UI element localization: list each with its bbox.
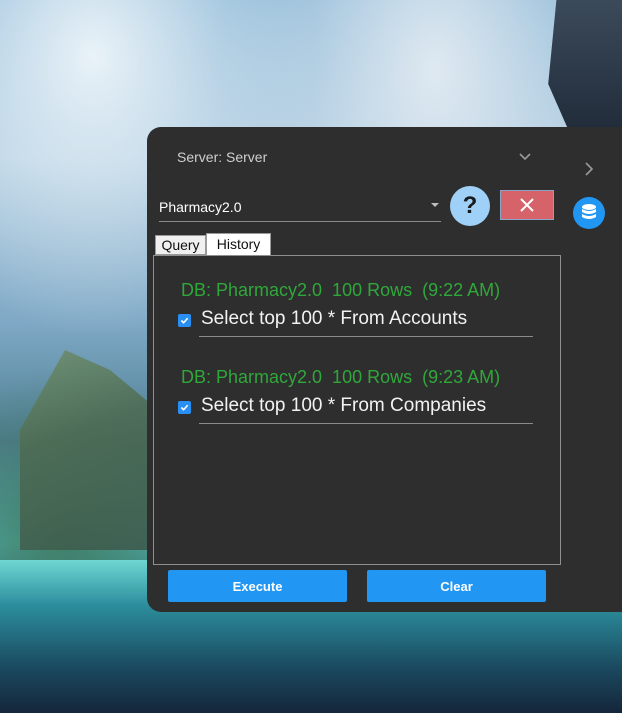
divider — [199, 423, 533, 424]
history-item-query: Select top 100 * From Companies — [201, 395, 487, 416]
database-select-value: Pharmacy2.0 — [159, 199, 242, 215]
tab-history[interactable]: History — [206, 233, 271, 255]
caret-down-icon — [431, 203, 439, 207]
help-button[interactable]: ? — [450, 186, 490, 226]
chevron-down-icon[interactable] — [517, 149, 533, 165]
history-item-meta: DB: Pharmacy2.0 100 Rows (9:23 AM) — [181, 367, 501, 387]
execute-button[interactable]: Execute — [168, 570, 347, 602]
history-item-query: Select top 100 * From Accounts — [201, 308, 468, 329]
close-icon — [520, 198, 534, 212]
database-select[interactable]: Pharmacy2.0 — [159, 191, 441, 222]
clear-button[interactable]: Clear — [367, 570, 546, 602]
server-label: Server: Server — [177, 149, 268, 165]
history-list: DB: Pharmacy2.0 100 Rows (9:22 AM) Selec… — [153, 255, 561, 565]
tab-query[interactable]: Query — [155, 235, 206, 255]
server-selector[interactable]: Server: Server — [177, 149, 537, 169]
checkbox-icon[interactable] — [178, 314, 191, 327]
divider — [199, 336, 533, 337]
background-rock — [548, 0, 622, 140]
checkbox-icon[interactable] — [178, 401, 191, 414]
close-button[interactable] — [500, 190, 554, 220]
chevron-right-icon[interactable] — [581, 160, 597, 178]
query-panel: Server: Server Pharmacy2.0 ? Query Histo… — [147, 127, 622, 612]
database-icon[interactable] — [573, 197, 605, 229]
history-item-meta: DB: Pharmacy2.0 100 Rows (9:22 AM) — [181, 280, 501, 300]
